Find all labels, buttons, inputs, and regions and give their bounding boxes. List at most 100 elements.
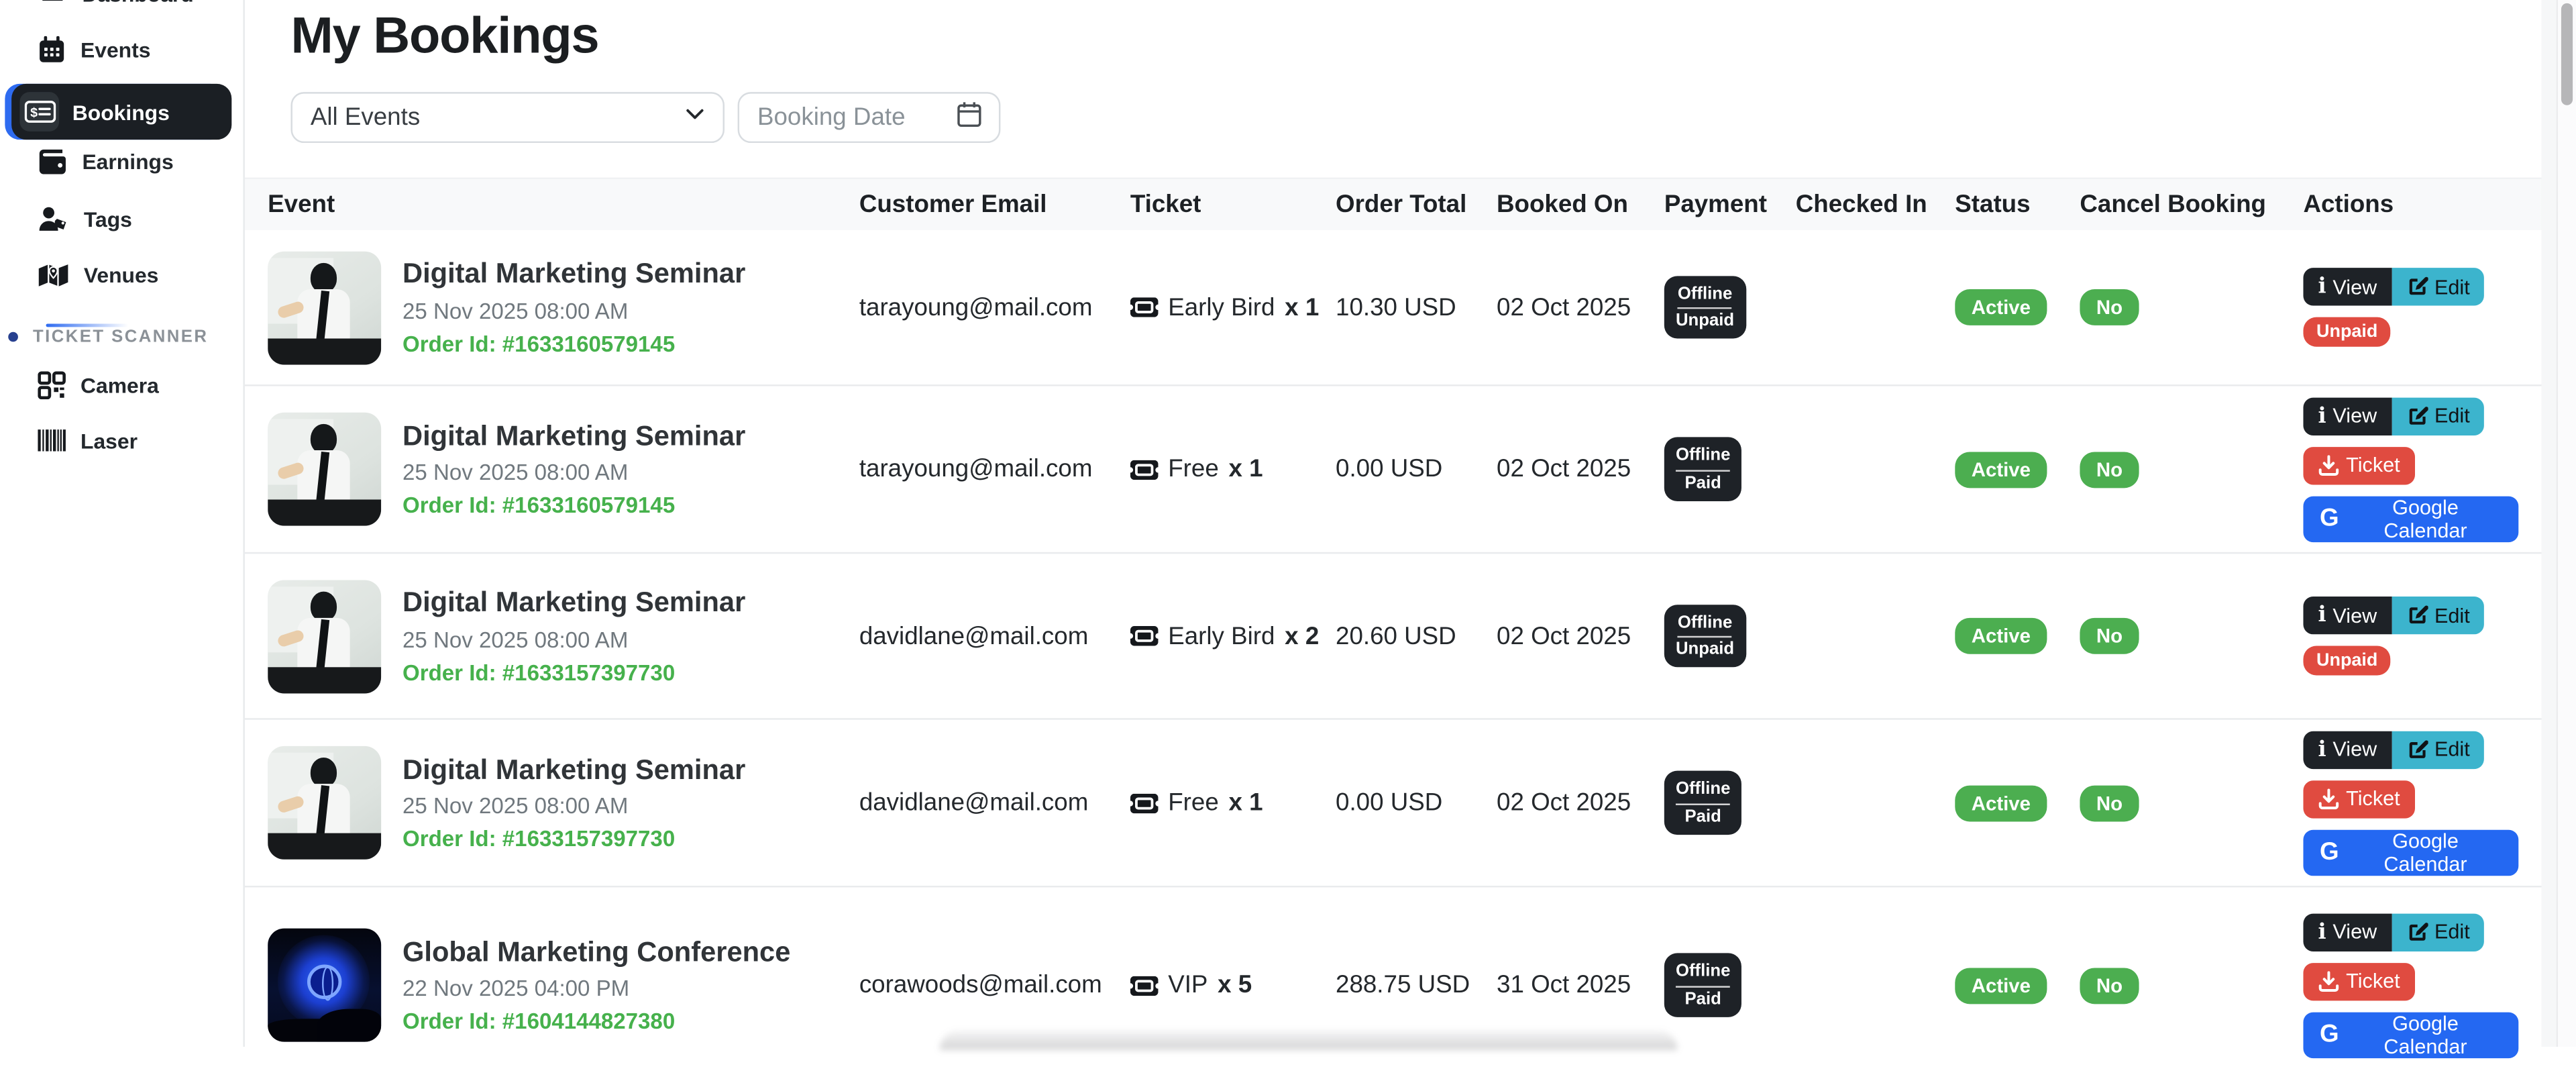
scrollbar-thumb[interactable]	[2561, 3, 2573, 105]
sidebar-item-label: Tags	[84, 206, 132, 231]
status-badge: Active	[1955, 289, 2047, 325]
google-g-icon: G	[2320, 838, 2339, 866]
sidebar-item-bookings[interactable]: $Bookings	[11, 84, 231, 140]
edit-button[interactable]: Edit	[2392, 268, 2484, 305]
event-cell: Global Marketing Conference 22 Nov 2025 …	[268, 929, 859, 1042]
status-badge: Active	[1955, 784, 2047, 821]
column-header-booked-on: Booked On	[1497, 191, 1664, 219]
order-id-link[interactable]: Order Id: #1633157397730	[402, 660, 745, 685]
view-button[interactable]: iView	[2303, 268, 2392, 305]
customer-email-cell: tarayoung@mail.com	[859, 455, 1130, 483]
vertical-scrollbar[interactable]	[2557, 0, 2576, 1047]
column-header-customer-email: Customer Email	[859, 191, 1130, 219]
order-id-link[interactable]: Order Id: #1633157397730	[402, 827, 745, 852]
event-thumbnail	[268, 413, 381, 526]
download-ticket-button[interactable]: Ticket	[2303, 962, 2414, 1000]
sidebar-item-tags[interactable]: Tags	[0, 191, 243, 246]
payment-badge: OfflineUnpaid	[1664, 276, 1746, 339]
edit-button[interactable]: Edit	[2392, 597, 2484, 634]
edit-button[interactable]: Edit	[2392, 913, 2484, 950]
calendar-icon	[38, 36, 66, 64]
status-badge: Active	[1955, 967, 2047, 1003]
view-edit-button-group: iView Edit	[2303, 913, 2484, 950]
order-id-link[interactable]: Order Id: #1604144827380	[402, 1009, 790, 1034]
view-button[interactable]: iView	[2303, 397, 2392, 434]
edit-pen-icon	[2406, 921, 2428, 943]
bottom-popup-shadow	[940, 1031, 1678, 1050]
ticket-cell: Freex 1	[1130, 789, 1336, 817]
event-thumbnail	[268, 579, 381, 692]
event-thumbnail	[268, 746, 381, 860]
google-calendar-button[interactable]: GGoogle Calendar	[2303, 495, 2518, 542]
payment-cell: OfflinePaid	[1664, 437, 1796, 501]
download-ticket-button[interactable]: Ticket	[2303, 446, 2414, 484]
booking-row: Digital Marketing Seminar 25 Nov 2025 08…	[245, 552, 2542, 718]
event-cell: Digital Marketing Seminar 25 Nov 2025 08…	[268, 250, 859, 364]
cancel-badge: No	[2080, 451, 2139, 487]
order-total-cell: 0.00 USD	[1336, 789, 1497, 817]
booking-date-input[interactable]	[757, 103, 938, 132]
cancel-badge: No	[2080, 289, 2139, 325]
view-button[interactable]: iView	[2303, 597, 2392, 634]
customer-email-cell: davidlane@mail.com	[859, 789, 1130, 817]
cancel-badge: No	[2080, 784, 2139, 821]
ticket-icon	[1130, 793, 1159, 813]
calendar-icon[interactable]	[956, 99, 982, 136]
cancel-badge: No	[2080, 618, 2139, 654]
info-icon: i	[2318, 403, 2326, 428]
sidebar-item-label: Dashboard	[82, 0, 193, 6]
sidebar-item-events[interactable]: Events	[0, 21, 243, 77]
view-button[interactable]: iView	[2303, 731, 2392, 768]
google-calendar-button[interactable]: GGoogle Calendar	[2303, 1011, 2518, 1058]
actions-cell: iView Edit Ticket GGoogle Calendar	[2303, 731, 2518, 876]
main-content: My Bookings All Events EventCustomer Ema…	[243, 0, 2576, 1047]
sidebar-item-label: Venues	[84, 262, 159, 287]
booking-date-filter[interactable]	[738, 92, 1001, 143]
sidebar-item-label: Earnings	[82, 149, 173, 174]
user-tag-icon	[38, 205, 69, 231]
edit-button[interactable]: Edit	[2392, 397, 2484, 434]
info-icon: i	[2318, 603, 2326, 628]
sidebar-section-ticket-scanner: TICKET SCANNER	[0, 327, 243, 346]
cancel-booking-cell: No	[2080, 784, 2303, 821]
booked-on-cell: 02 Oct 2025	[1497, 622, 1664, 650]
event-cell: Digital Marketing Seminar 25 Nov 2025 08…	[268, 413, 859, 526]
column-header-cancel-booking: Cancel Booking	[2080, 191, 2303, 219]
download-ticket-button[interactable]: Ticket	[2303, 780, 2414, 817]
customer-email-cell: corawoods@mail.com	[859, 971, 1130, 999]
payment-cell: OfflinePaid	[1664, 771, 1796, 834]
google-g-icon: G	[2320, 1021, 2339, 1049]
payment-badge: OfflinePaid	[1664, 953, 1742, 1017]
event-filter-select[interactable]: All Events	[290, 92, 724, 143]
cancel-booking-cell: No	[2080, 967, 2303, 1003]
sidebar-item-label: Laser	[80, 428, 138, 453]
bookings-panel: My Bookings All Events EventCustomer Ema…	[245, 0, 2543, 1047]
payment-badge: OfflineUnpaid	[1664, 605, 1746, 668]
order-id-link[interactable]: Order Id: #1633160579145	[402, 493, 745, 518]
view-button[interactable]: iView	[2303, 913, 2392, 950]
order-total-cell: 20.60 USD	[1336, 622, 1497, 650]
edit-button[interactable]: Edit	[2392, 731, 2484, 768]
ticket-icon	[1130, 459, 1159, 478]
status-cell: Active	[1955, 784, 2080, 821]
status-badge: Active	[1955, 451, 2047, 487]
sidebar-item-laser[interactable]: Laser	[0, 413, 243, 468]
table-body: Digital Marketing Seminar 25 Nov 2025 08…	[245, 230, 2542, 1083]
ticket-cell: Early Birdx 1	[1130, 293, 1336, 321]
status-cell: Active	[1955, 451, 2080, 487]
cancel-booking-cell: No	[2080, 618, 2303, 654]
download-icon	[2318, 970, 2340, 992]
actions-cell: iView Edit Unpaid	[2303, 268, 2518, 347]
money-check-icon: $	[19, 92, 59, 132]
wallet-icon	[38, 148, 67, 174]
sidebar-item-venues[interactable]: Venues	[0, 246, 243, 302]
sidebar-section-label: TICKET SCANNER	[33, 327, 208, 346]
event-info: Digital Marketing Seminar 25 Nov 2025 08…	[402, 754, 745, 852]
customer-email-cell: davidlane@mail.com	[859, 622, 1130, 650]
sidebar-item-earnings[interactable]: Earnings	[0, 133, 243, 189]
order-id-link[interactable]: Order Id: #1633160579145	[402, 331, 745, 356]
sidebar-item-camera[interactable]: Camera	[0, 356, 243, 412]
sidebar-item-dashboard[interactable]: Dashboard	[0, 0, 243, 21]
event-datetime: 25 Nov 2025 08:00 AM	[402, 460, 745, 485]
google-calendar-button[interactable]: GGoogle Calendar	[2303, 829, 2518, 876]
